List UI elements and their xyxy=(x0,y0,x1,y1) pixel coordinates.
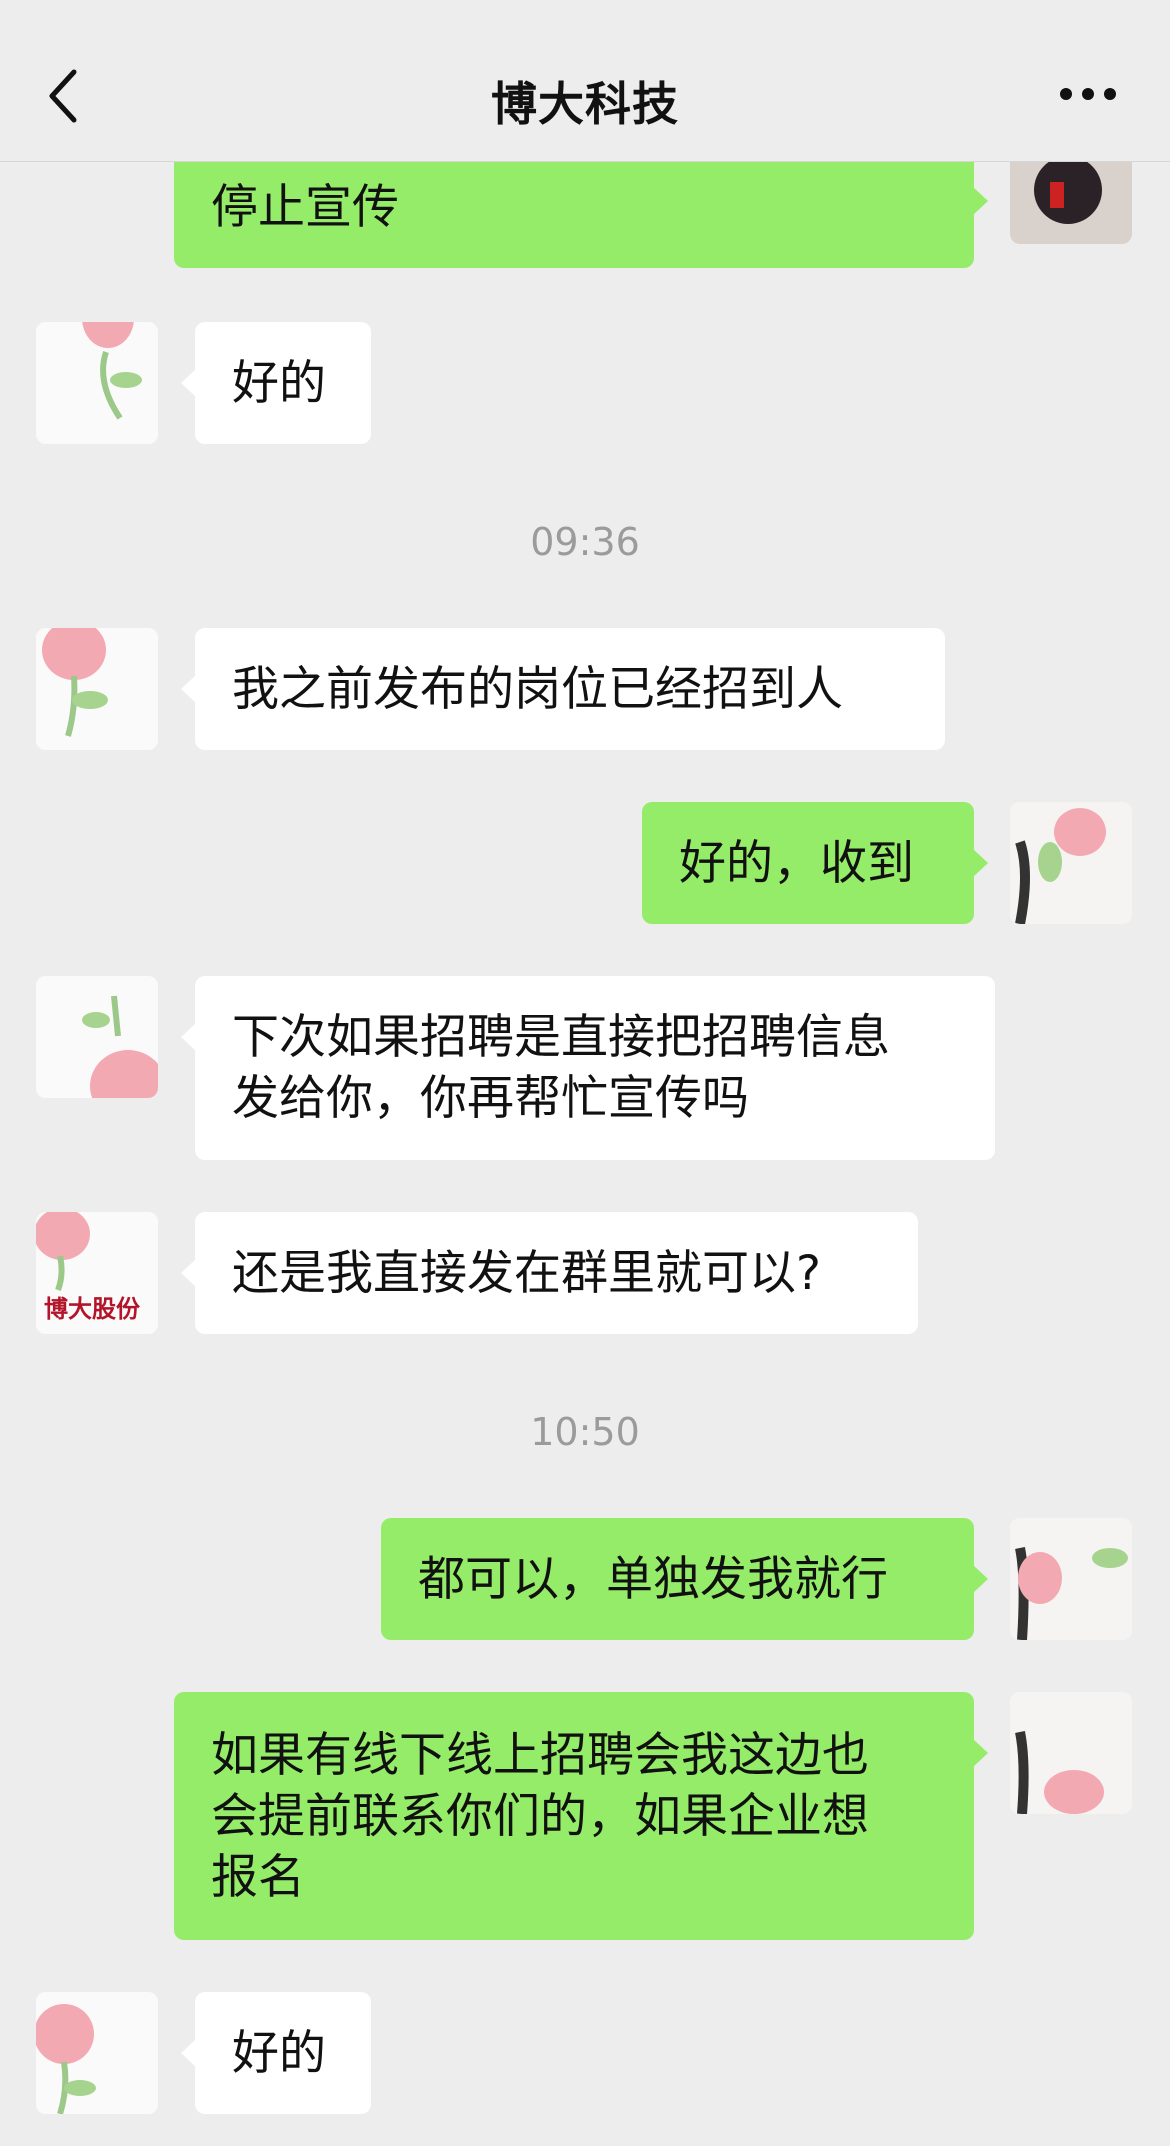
message-bubble-outgoing[interactable]: 如果有线下线上招聘会我这边也 会提前联系你们的，如果企业想 报名 xyxy=(174,1692,988,1940)
chat-message-list[interactable]: 停止宣传 好的 09:36 我之前发布的岗位已经招到人 好的，收到 下次如果招聘… xyxy=(0,162,1170,2146)
contact-avatar[interactable] xyxy=(36,1992,158,2114)
contact-avatar[interactable] xyxy=(36,976,158,1098)
message-text: 好的，收到 xyxy=(679,835,914,891)
message-text: 停止宣传 xyxy=(211,180,399,235)
navigation-bar: 博大科技 xyxy=(0,0,1170,162)
more-dots-icon[interactable] xyxy=(1058,82,1118,106)
contact-avatar[interactable] xyxy=(36,628,158,750)
message-bubble-incoming[interactable]: 我之前发布的岗位已经招到人 xyxy=(181,628,945,750)
message-bubble-outgoing[interactable]: 都可以，单独发我就行 xyxy=(381,1518,988,1640)
chat-title: 博大科技 xyxy=(491,77,679,131)
timestamp: 10:50 xyxy=(530,1410,640,1454)
my-avatar[interactable] xyxy=(1010,802,1132,924)
message-bubble-incoming[interactable]: 下次如果招聘是直接把招聘信息 发给你，你再帮忙宣传吗 xyxy=(181,976,995,1160)
message-text: 都可以，单独发我就行 xyxy=(418,1551,888,1607)
message-text: 我之前发布的岗位已经招到人 xyxy=(232,661,843,717)
message-text: 还是我直接发在群里就可以? xyxy=(232,1245,821,1301)
contact-avatar[interactable] xyxy=(36,322,158,444)
message-bubble-incoming[interactable]: 还是我直接发在群里就可以? xyxy=(181,1212,918,1334)
my-avatar[interactable] xyxy=(1010,162,1132,244)
timestamp: 09:36 xyxy=(530,520,640,564)
message-text: 下次如果招聘是直接把招聘信息 发给你，你再帮忙宣传吗 xyxy=(232,1010,890,1126)
message-text: 好的 xyxy=(232,2025,326,2081)
my-avatar[interactable] xyxy=(1010,1692,1132,1814)
message-bubble-incoming[interactable]: 好的 xyxy=(181,1992,371,2114)
message-bubble-outgoing[interactable]: 停止宣传 xyxy=(174,162,988,268)
message-bubble-outgoing[interactable]: 好的，收到 xyxy=(642,802,988,924)
my-avatar[interactable] xyxy=(1010,1518,1132,1640)
message-text: 好的 xyxy=(232,355,326,411)
avatar-caption: 博大股份 xyxy=(44,1295,140,1323)
message-text: 如果有线下线上招聘会我这边也 会提前联系你们的，如果企业想 报名 xyxy=(211,1727,869,1905)
contact-avatar[interactable]: 博大股份 xyxy=(36,1212,158,1334)
message-bubble-incoming[interactable]: 好的 xyxy=(181,322,371,444)
